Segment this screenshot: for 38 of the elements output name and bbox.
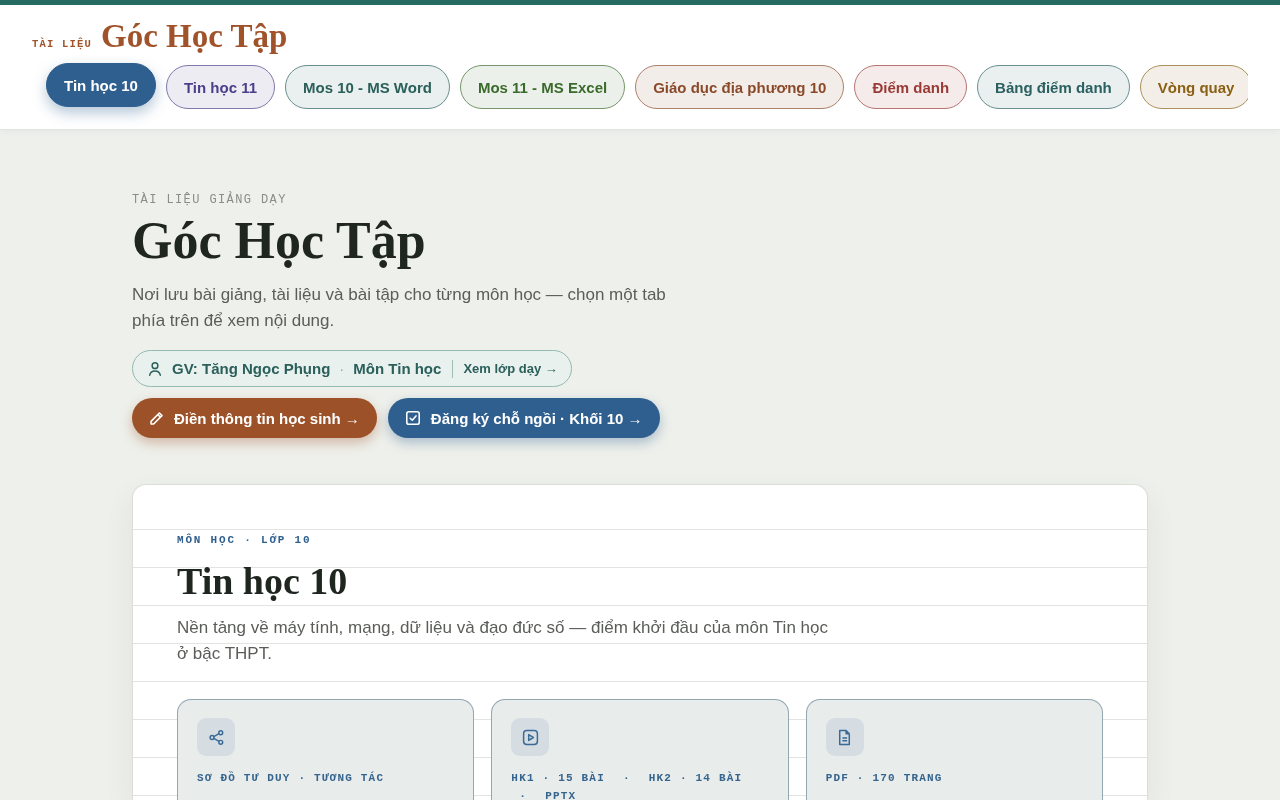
subject-title: Tin học 10 xyxy=(177,559,348,603)
view-classes-link[interactable]: Xem lớp dạy → xyxy=(463,361,558,376)
brand-tag: TÀI LIỆU xyxy=(32,38,92,50)
resource-meta: PDF · 170 TRANG xyxy=(825,771,943,786)
resource-card[interactable]: PDF · 170 TRANG xyxy=(805,699,1103,800)
subject-tab[interactable]: Điểm danh xyxy=(854,65,968,109)
share-icon xyxy=(197,718,235,756)
pencil-icon xyxy=(150,411,163,425)
page-title: Góc Học Tập xyxy=(132,212,427,269)
subject-description: Nền tảng về máy tính, mạng, dữ liệu và đạo đức số — điểm khởi đầu của môn Tin học ở bậc THPT. xyxy=(177,617,829,665)
section-eyebrow: TÀI LIỆU GIẢNG DẠY xyxy=(132,192,287,208)
subject-tab[interactable]: Tin học 11 xyxy=(165,65,275,109)
resource-card[interactable]: SƠ ĐỒ TƯ DUY · TƯƠNG TÁC xyxy=(177,699,475,800)
subject-eyebrow: MÔN HỌC · LỚP 10 xyxy=(177,533,312,548)
person-icon xyxy=(149,361,161,376)
subject-name: Môn Tin học xyxy=(353,360,442,377)
teacher-name: GV: Tăng Ngọc Phụng xyxy=(172,360,331,377)
subject-tab[interactable]: Bảng điểm danh xyxy=(977,65,1130,109)
document-icon xyxy=(825,718,864,756)
meta-separator: · xyxy=(518,789,529,800)
subject-tab[interactable]: Vòng quay xyxy=(1139,65,1248,109)
seat-registration-button[interactable]: Đăng ký chỗ ngồi · Khối 10 → xyxy=(387,398,660,438)
page-subtitle: Nơi lưu bài giảng, tài liệu và bài tập cho từng môn học — chọn một tab phía trên để xem nội dung. xyxy=(132,284,667,332)
resource-card[interactable]: HK1 · 15 BÀI · HK2 · 14 BÀI · PPTX xyxy=(491,699,789,800)
student-info-button[interactable]: Điền thông tin học sinh → xyxy=(132,398,377,438)
checkbox-icon xyxy=(405,411,420,425)
brand-title: Góc Học Tập xyxy=(101,17,288,55)
meta-separator: · xyxy=(621,771,632,786)
play-icon xyxy=(511,718,550,756)
resource-meta: HK1 · 15 BÀI xyxy=(511,770,605,786)
subject-tab[interactable]: Giáo dục địa phương 10 xyxy=(635,65,845,109)
resource-meta: SƠ ĐỒ TƯ DUY · TƯƠNG TÁC xyxy=(197,770,385,786)
subject-tab[interactable]: Tin học 10 xyxy=(46,63,156,107)
resource-meta: PPTX xyxy=(545,789,577,800)
subject-tab[interactable]: Mos 11 - MS Excel xyxy=(459,65,626,109)
subject-tab[interactable]: Mos 10 - MS Word xyxy=(285,65,450,109)
separator-dot: · xyxy=(339,360,345,377)
resource-meta: HK2 · 14 BÀI xyxy=(648,770,743,786)
